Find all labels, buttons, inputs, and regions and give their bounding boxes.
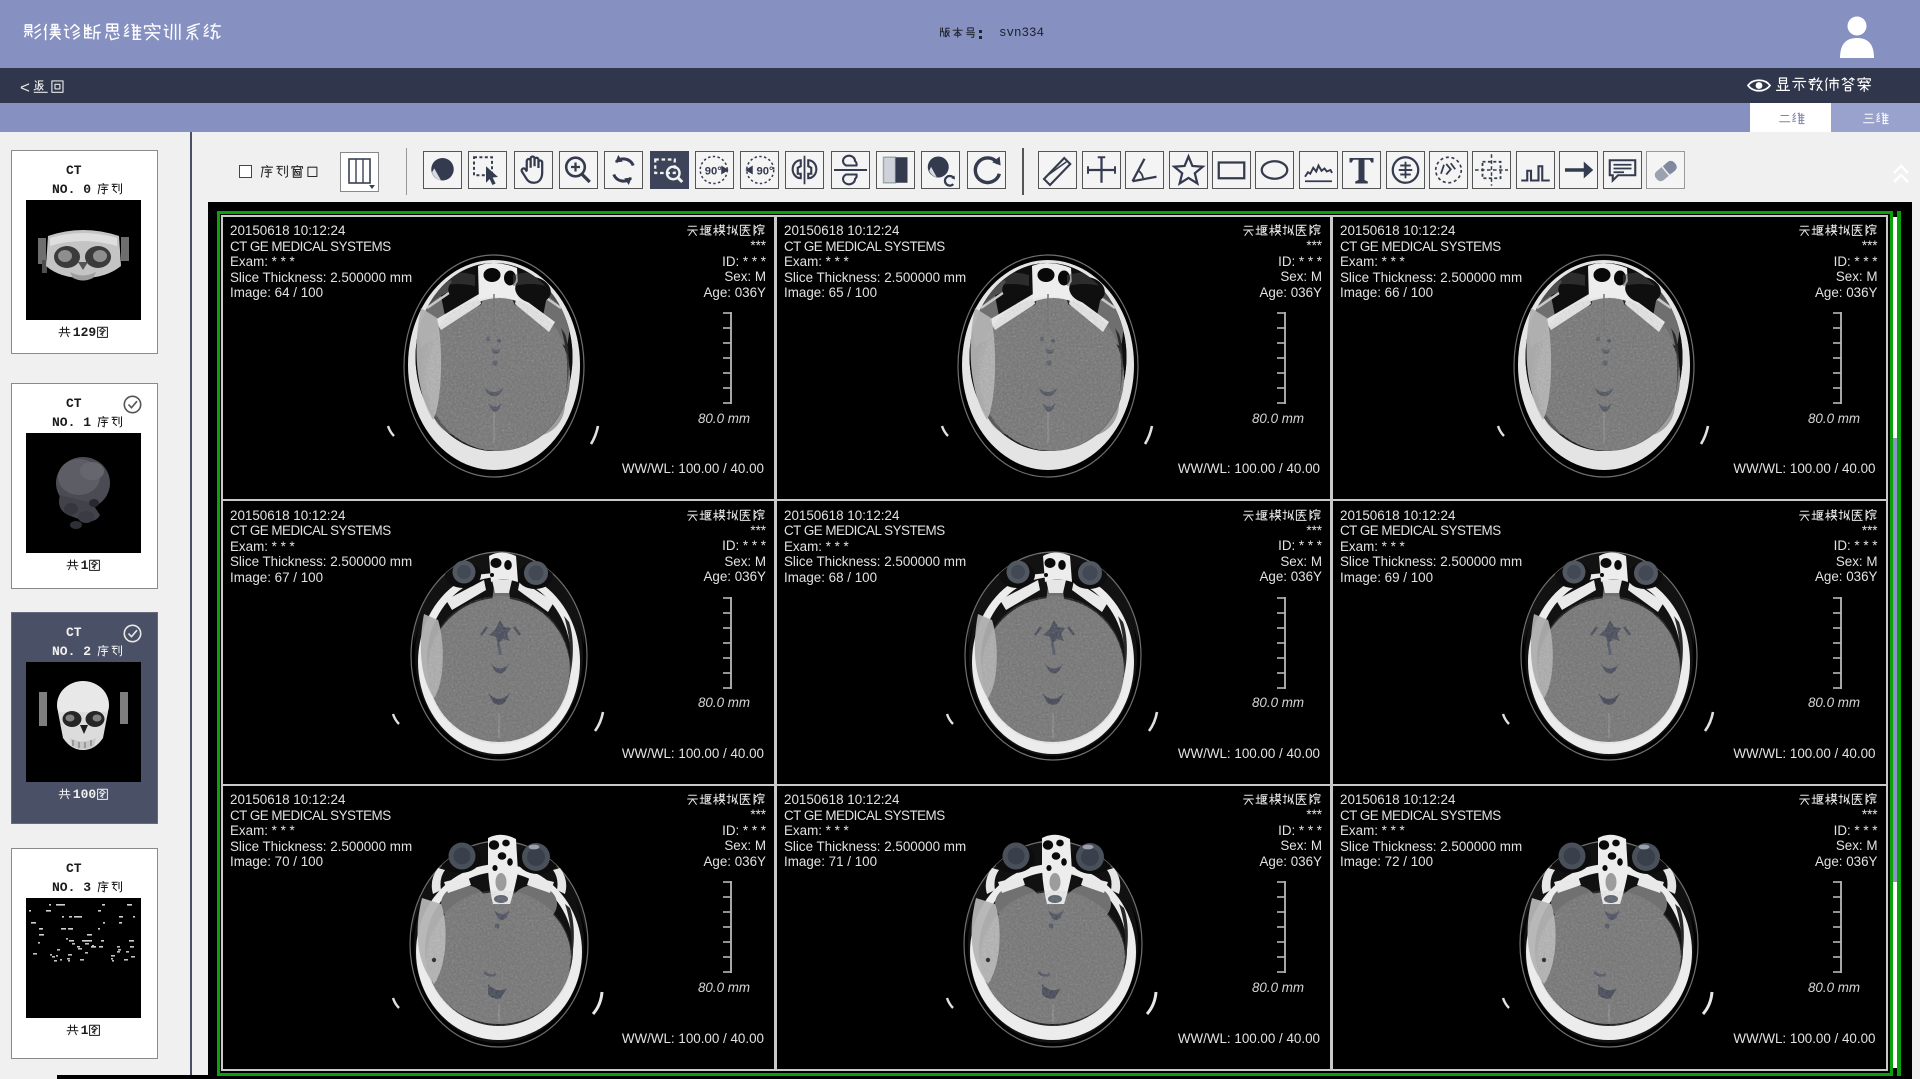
svg-text:90°: 90° [705, 165, 723, 177]
svg-text:90°: 90° [757, 165, 775, 177]
